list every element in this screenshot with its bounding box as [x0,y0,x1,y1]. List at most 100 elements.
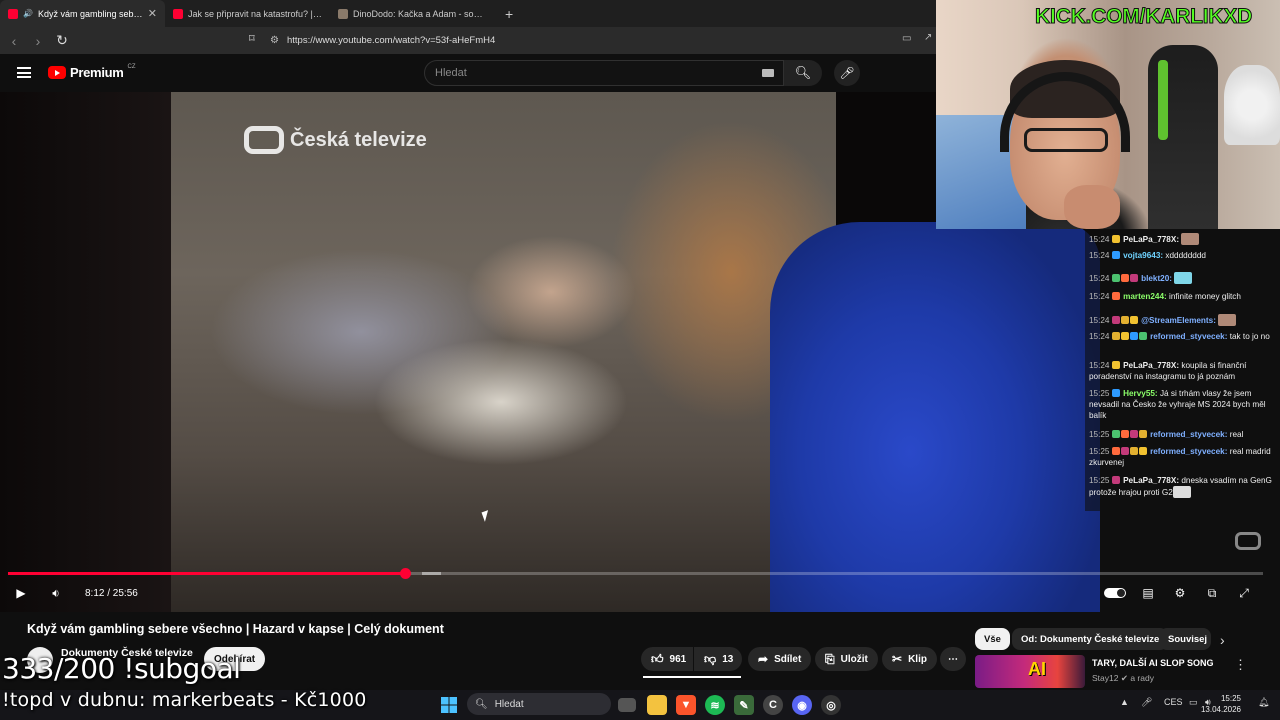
notepad-icon[interactable]: ✎ [734,695,754,715]
channel-watermark-icon[interactable] [1235,532,1261,550]
progress-scrubber[interactable] [399,568,411,579]
chat-emote-icon [1174,272,1193,284]
browser-tab[interactable]: DinoDodo: Kačka a Adam - sourozen [330,0,495,27]
back-arrow-icon[interactable]: ‹ [6,33,22,49]
thumbnail-text: AI [1028,659,1046,679]
chip-all[interactable]: Vše [975,628,1010,650]
like-button[interactable]: 👍︎ 961 [641,647,693,671]
chat-badge-icon [1111,361,1120,369]
chat-username[interactable]: @StreamElements: [1141,316,1216,325]
chat-badge-icon [1111,292,1120,300]
chat-username[interactable]: PeLaPa_778X: [1123,361,1179,370]
ccleaner-icon[interactable]: C [763,695,783,715]
settings-gear-icon[interactable]: ⚙ [1171,585,1189,601]
chat-badge-icon [1111,389,1120,397]
keyboard-icon[interactable] [762,69,774,77]
forward-arrow-icon[interactable]: › [30,33,46,49]
logo-text: Premium [70,65,124,80]
voice-search-button[interactable]: 🎤︎ [834,60,860,86]
spotify-icon[interactable]: ≋ [705,695,725,715]
chip-from-channel[interactable]: Od: Dokumenty České televize [1012,628,1169,650]
recommendation-menu-icon[interactable]: ⋮ [1234,657,1247,673]
chat-timestamp: 15:25 [1089,476,1110,485]
chat-badge-icon [1111,447,1120,455]
chat-message: 15:25 PeLaPa_778X: dneska vsadím na GenG… [1089,475,1277,499]
chat-timestamp: 15:24 [1089,251,1110,260]
tray-chevron-up-icon[interactable]: ▲ [1120,697,1129,707]
webcam-glasses [1024,128,1108,152]
progress-bar[interactable] [8,568,1263,579]
chat-text: xdddddddd [1165,251,1206,260]
chat-username[interactable]: PeLaPa_778X: [1123,235,1179,244]
share-button[interactable]: ➦ Sdílet [748,647,812,671]
clock-date: 13.04.2026 [1200,705,1241,714]
progress-played [8,572,405,575]
miniplayer-icon[interactable]: ⧉ [1203,585,1221,601]
browser-tab[interactable]: Jak se připravit na katastrofu? | What [165,0,330,27]
file-explorer-icon[interactable] [647,695,667,715]
more-actions-button[interactable]: ⋯ [940,647,966,671]
chat-username[interactable]: marten244: [1123,292,1167,301]
recommendation-thumbnail[interactable]: AI [975,655,1085,688]
dislike-count: 13 [722,653,734,665]
notifications-icon[interactable]: 🔔︎ [1258,697,1269,708]
obs-icon[interactable]: ◎ [821,695,841,715]
clip-button[interactable]: ✂ Klip [882,647,937,671]
time-display: 8:12 / 25:56 [85,587,138,599]
chat-badge-icon [1111,235,1120,243]
chat-message: 15:25 Hervy55: Já si trhám vlasy že jsem… [1089,388,1277,422]
youtube-play-logo-icon [48,66,66,79]
volume-icon[interactable]: 🔉︎ [47,585,65,601]
watermark-text: Česká televize [290,128,427,151]
region-code: CZ [127,63,136,70]
share-page-icon[interactable]: ↗ [924,32,932,43]
search-input[interactable]: Hledat [424,60,784,86]
youtube-premium-logo[interactable]: Premium CZ [48,63,136,80]
chevron-right-icon[interactable]: › [1220,632,1225,648]
chat-username[interactable]: blekt20: [1141,274,1172,283]
taskbar-clock[interactable]: 15:25 13.04.2026 [1196,693,1241,715]
tab-title: Jak se připravit na katastrofu? | What [188,8,322,19]
new-tab-button[interactable]: + [495,6,523,22]
chat-username[interactable]: reformed_styvecek: [1150,430,1227,439]
fullscreen-icon[interactable]: ⤢ [1235,585,1253,601]
webcam-fan [1224,65,1280,145]
chat-message: 15:25 reformed_styvecek: real [1089,429,1277,440]
menu-icon[interactable] [17,67,31,78]
discord-icon[interactable]: ◉ [792,695,812,715]
chat-username[interactable]: reformed_styvecek: [1150,447,1227,456]
chat-username[interactable]: vojta9643: [1123,251,1163,260]
windows-start-icon[interactable] [439,695,459,715]
dislike-button[interactable]: 👎︎ 13 [694,647,742,671]
browser-tab-active[interactable]: 🔊 Když vám gambling sebere vš ✕ [0,0,165,27]
taskbar-search[interactable]: 🔍︎ Hledat [467,693,611,715]
speaker-icon[interactable]: 🔊 [23,9,33,18]
task-view-icon[interactable] [618,698,636,712]
brave-browser-icon[interactable]: ▼ [676,695,696,715]
chip-related[interactable]: Souvisej [1159,628,1211,650]
chat-username[interactable]: PeLaPa_778X: [1123,476,1179,485]
tray-microphone-icon[interactable]: 🎤︎ [1141,697,1152,708]
chat-badge-icon [1111,430,1120,438]
play-button[interactable]: ▶ [13,585,29,601]
clock-time: 15:25 [1220,694,1241,703]
search-button[interactable]: 🔍︎ [784,60,822,86]
chat-badge-icon [1120,274,1129,282]
autoplay-toggle[interactable] [1104,588,1126,598]
chat-message: 15:24 blekt20: [1089,272,1277,284]
chat-timestamp: 15:25 [1089,389,1110,398]
save-button[interactable]: ⎘ Uložit [815,647,878,671]
chat-username[interactable]: Hervy55: [1123,389,1158,398]
browser-tab-strip: 🔊 Když vám gambling sebere vš ✕ Jak se p… [0,0,936,27]
site-info-icon[interactable]: ⚙ [270,35,279,46]
input-language[interactable]: CES [1164,697,1183,707]
url-field[interactable]: ⚙ https://www.youtube.com/watch?v=53f-aH… [248,31,918,50]
close-tab-icon[interactable]: ✕ [148,7,157,20]
reload-icon[interactable]: ↻ [54,32,70,49]
chat-emote-icon [1172,486,1191,499]
recommendation-title[interactable]: TARY, DALŠÍ AI SLOP SONG [1092,658,1214,668]
chat-username[interactable]: reformed_styvecek: [1150,332,1227,341]
cast-icon[interactable]: ▭ [902,33,911,44]
subtitles-icon[interactable]: ▤ [1139,585,1157,601]
chat-badge-icon [1111,476,1120,484]
